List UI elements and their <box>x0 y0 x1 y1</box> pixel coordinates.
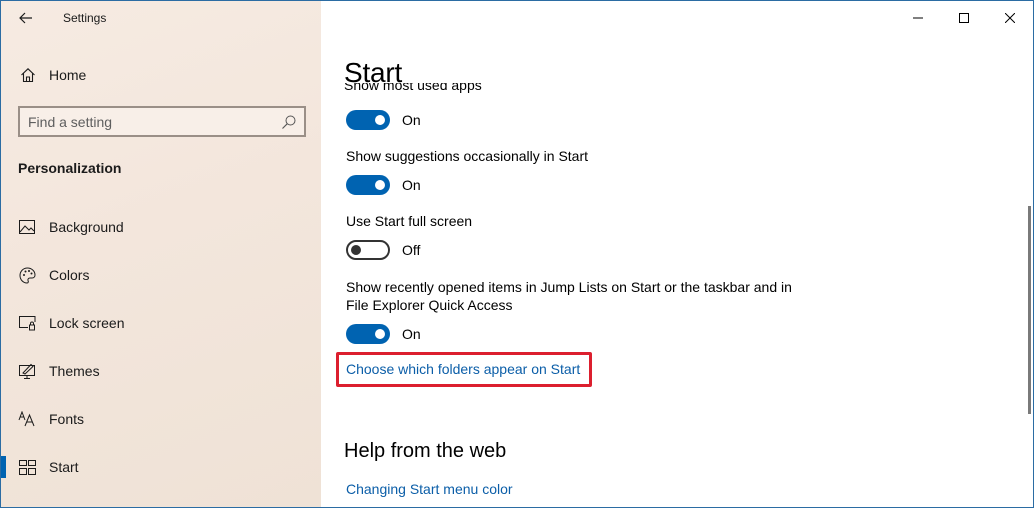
toggle-switch[interactable] <box>346 324 390 344</box>
setting-label: Use Start full screen <box>346 213 473 229</box>
maximize-button[interactable] <box>941 1 987 35</box>
settings-window: Settings Home Personalization Background <box>0 0 1034 508</box>
sidebar-item-label: Start <box>49 459 79 475</box>
toggle-knob <box>375 180 385 190</box>
sidebar-item-label: Themes <box>49 363 100 379</box>
search-input[interactable] <box>28 113 268 130</box>
setting-row-suggestions: On <box>346 175 421 195</box>
setting-label: Show suggestions occasionally in Start <box>346 148 589 164</box>
toggle-switch[interactable] <box>346 240 390 260</box>
lock-screen-icon <box>18 314 36 332</box>
sidebar: Settings Home Personalization Background <box>1 1 321 507</box>
sidebar-item-lock-screen[interactable]: Lock screen <box>1 299 321 347</box>
back-button[interactable] <box>15 7 37 29</box>
help-heading: Help from the web <box>344 440 507 462</box>
section-heading: Personalization <box>18 160 122 176</box>
background-image-icon <box>18 218 36 236</box>
scrollbar-thumb[interactable] <box>1028 206 1031 414</box>
toggle-switch[interactable] <box>346 110 390 130</box>
sidebar-item-fonts[interactable]: Fonts <box>1 395 321 443</box>
toggle-state: On <box>402 177 421 193</box>
close-button[interactable] <box>987 1 1033 35</box>
cutoff-setting-label: Show most used apps <box>344 83 482 93</box>
back-arrow-icon <box>19 12 32 24</box>
toggle-knob <box>375 115 385 125</box>
sidebar-item-start[interactable]: Start <box>1 443 321 491</box>
palette-icon <box>18 266 36 284</box>
start-tiles-icon <box>18 458 36 476</box>
window-controls <box>895 1 1033 35</box>
main-content: Start Show most used apps On Show sugges… <box>321 1 1033 507</box>
search-box[interactable] <box>18 106 306 137</box>
app-title: Settings <box>63 11 107 25</box>
sidebar-item-colors[interactable]: Colors <box>1 251 321 299</box>
annotation-highlight-box <box>336 352 592 387</box>
toggle-state: Off <box>402 242 421 258</box>
setting-label: Show recently opened items in Jump Lists… <box>346 279 792 313</box>
sidebar-item-background[interactable]: Background <box>1 203 321 251</box>
setting-row-jump-lists: On <box>346 324 421 344</box>
themes-icon <box>18 362 36 380</box>
toggle-switch[interactable] <box>346 175 390 195</box>
home-icon <box>17 64 39 86</box>
toggle-knob <box>351 245 361 255</box>
setting-row-full-screen: Off <box>346 240 420 260</box>
title-bar: Settings <box>1 1 321 35</box>
toggle-state: On <box>402 112 421 128</box>
sidebar-item-home[interactable]: Home <box>17 63 86 87</box>
sidebar-item-themes[interactable]: Themes <box>1 347 321 395</box>
setting-row-most-used: On <box>346 110 421 130</box>
toggle-knob <box>375 329 385 339</box>
minimize-button[interactable] <box>895 1 941 35</box>
sidebar-item-label: Fonts <box>49 411 85 427</box>
close-icon <box>1005 13 1015 23</box>
sidebar-item-label: Background <box>49 219 124 235</box>
sidebar-item-label: Lock screen <box>49 315 125 331</box>
sidebar-nav: Background Colors Lock screen Themes Fon… <box>1 203 321 491</box>
maximize-icon <box>959 13 969 23</box>
minimize-icon <box>913 17 923 19</box>
home-label: Home <box>49 67 87 83</box>
search-icon[interactable] <box>281 114 297 130</box>
sidebar-item-label: Colors <box>49 267 90 283</box>
fonts-icon <box>18 410 36 428</box>
toggle-state: On <box>402 326 421 342</box>
help-link-start-menu-color[interactable]: Changing Start menu color <box>346 481 513 497</box>
